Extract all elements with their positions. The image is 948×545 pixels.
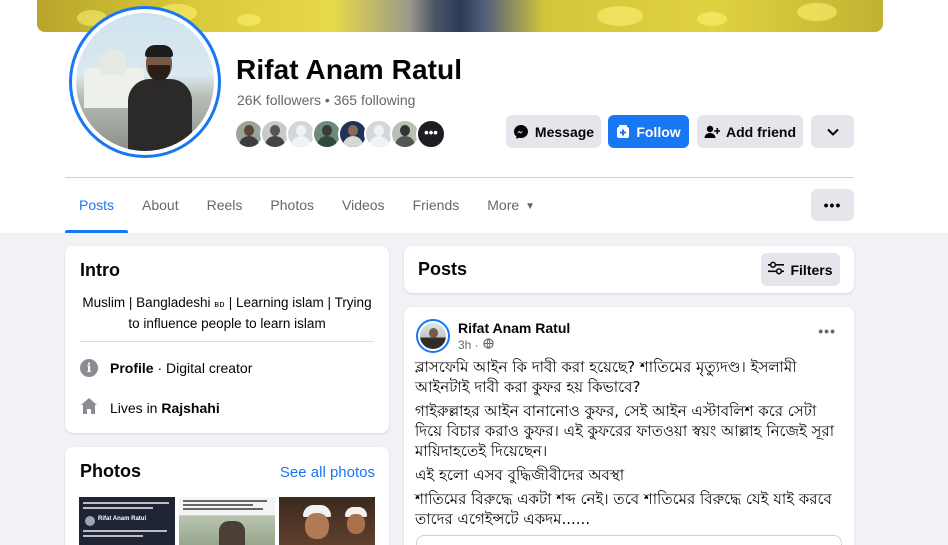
home-icon (80, 397, 98, 418)
posts-header-card: Posts Filters (404, 246, 854, 293)
message-button[interactable]: Message (506, 115, 601, 148)
intro-profile-row: i Profile · Digital creator (80, 359, 252, 377)
info-icon: i (80, 359, 98, 377)
profile-tabs: Posts About Reels Photos Videos Friends … (65, 178, 549, 233)
photos-card: Photos See all photos Rifat Anam Ratul (65, 447, 389, 545)
tab-videos[interactable]: Videos (328, 178, 399, 233)
filters-button[interactable]: Filters (761, 253, 840, 286)
post-options-button[interactable]: ••• (818, 323, 836, 339)
lives-city-link[interactable]: Rajshahi (161, 400, 219, 416)
posts-title: Posts (418, 259, 468, 279)
profile-avatar[interactable] (69, 6, 221, 158)
add-friend-icon (704, 125, 720, 139)
tabs-more-options-button[interactable]: ••• (811, 189, 854, 221)
tab-posts[interactable]: Posts (65, 178, 129, 233)
tab-about[interactable]: About (128, 178, 193, 233)
post-timestamp[interactable]: 3h · (458, 338, 494, 352)
intro-divider (80, 341, 374, 342)
photos-title: Photos (80, 461, 141, 481)
add-friend-label: Add friend (726, 123, 796, 140)
caret-down-icon: ▼ (525, 201, 536, 212)
sliders-icon (768, 261, 785, 278)
post-author-avatar[interactable] (416, 319, 450, 353)
follow-plus-icon (616, 124, 630, 139)
follower-stats[interactable]: 26K followers • 365 following (237, 92, 415, 108)
profile-dropdown-button[interactable] (811, 115, 854, 148)
add-friend-button[interactable]: Add friend (697, 115, 803, 148)
tab-more[interactable]: More ▼ (473, 178, 549, 233)
messenger-icon (513, 124, 529, 140)
post-paragraph: এই হলো এসব বুদ্ধিজীবীদের অবস্থা (415, 466, 625, 484)
post-body: ব্লাসফেমি আইন কি দাবী করা হয়েছে? শাতিমে… (415, 357, 835, 533)
post-paragraph: ব্লাসফেমি আইন কি দাবী করা হয়েছে? শাতিমে… (415, 358, 797, 396)
profile-name: Rifat Anam Ratul (236, 54, 463, 85)
post-author-name[interactable]: Rifat Anam Ratul (458, 320, 570, 336)
follow-label: Follow (636, 123, 681, 140)
post-card: Rifat Anam Ratul 3h · ••• ব্লাসফেমি আইন … (404, 307, 854, 545)
post-paragraph: গাইরুল্লাহর আইন বানানোও কুফর, সেই আইন এস… (415, 402, 835, 460)
more-friends-icon[interactable]: ••• (416, 119, 446, 149)
post-paragraph: শাতিমের বিরুদ্ধে একটা শব্দ নেই। তবে শাতি… (415, 490, 832, 528)
see-all-photos-link[interactable]: See all photos (280, 464, 375, 481)
photo-thumbnail[interactable]: Rifat Anam Ratul (79, 497, 175, 545)
intro-lives-row: Lives in Rajshahi (80, 397, 220, 418)
tab-reels[interactable]: Reels (193, 178, 257, 233)
globe-icon (483, 338, 494, 352)
intro-bio: Muslim | Bangladeshi ʙᴅ | Learning islam… (82, 295, 372, 331)
post-shared-content[interactable] (416, 535, 842, 545)
intro-card: Intro Muslim | Bangladeshi ʙᴅ | Learning… (65, 246, 389, 433)
photo-thumbnail[interactable] (279, 497, 375, 545)
follow-button[interactable]: Follow (608, 115, 689, 148)
intro-title: Intro (80, 260, 120, 280)
tab-photos[interactable]: Photos (256, 178, 328, 233)
message-label: Message (534, 123, 595, 140)
chevron-down-icon (826, 128, 839, 136)
tab-friends[interactable]: Friends (399, 178, 474, 233)
filters-label: Filters (790, 261, 833, 278)
photo-thumbnail[interactable] (179, 497, 275, 545)
